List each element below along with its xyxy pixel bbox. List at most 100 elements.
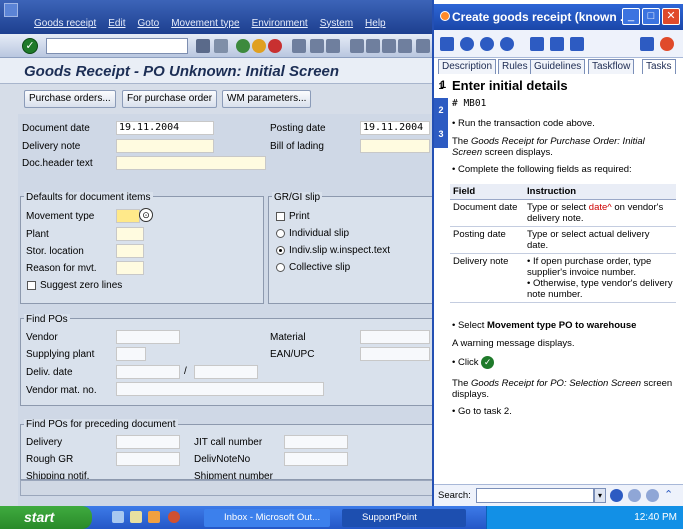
possible-entries-icon[interactable]: ⊙ <box>139 208 153 222</box>
search-input[interactable] <box>476 488 594 503</box>
for-purchase-order-button[interactable]: For purchase order <box>122 90 218 108</box>
last-page-icon[interactable] <box>398 39 412 53</box>
menu-edit[interactable]: Edit <box>108 18 125 29</box>
prev-page-icon[interactable] <box>366 39 380 53</box>
quicklaunch-folder-icon[interactable] <box>130 511 142 523</box>
menu-environment[interactable]: Environment <box>252 18 308 29</box>
sync-icon[interactable] <box>640 37 654 51</box>
print-icon[interactable] <box>292 39 306 53</box>
ean-upc-field[interactable] <box>360 347 430 361</box>
deliv-date-to-field[interactable] <box>194 365 258 379</box>
task-3-tab[interactable]: 3 <box>434 122 448 146</box>
tab-tasks[interactable]: Tasks <box>642 59 676 74</box>
individual-slip-radio[interactable] <box>276 229 285 238</box>
enter-check-icon: ✓ <box>481 356 495 369</box>
jit-call-field[interactable] <box>284 435 348 449</box>
tab-rules[interactable]: Rules <box>498 59 532 74</box>
menu-goods-receipt[interactable]: Goods receipt <box>34 18 96 29</box>
delivery-field[interactable] <box>116 435 180 449</box>
delivery-note-field[interactable] <box>116 139 214 153</box>
supplying-plant-label: Supplying plant <box>26 349 95 360</box>
new-session-icon[interactable] <box>416 39 430 53</box>
command-field[interactable] <box>46 38 188 54</box>
back-icon[interactable] <box>460 37 474 51</box>
menu-system[interactable]: System <box>320 18 353 29</box>
edit-icon[interactable] <box>570 37 584 51</box>
close-button[interactable]: ✕ <box>662 8 680 25</box>
save-icon[interactable] <box>214 39 228 53</box>
forward-icon[interactable] <box>480 37 494 51</box>
search-dropdown-icon[interactable]: ▾ <box>594 488 606 503</box>
start-button[interactable]: start <box>0 506 92 529</box>
bill-of-lading-field[interactable] <box>360 139 430 153</box>
refresh-icon[interactable] <box>500 37 514 51</box>
delivnoteno-field[interactable] <box>284 452 348 466</box>
vendor-mat-no-field[interactable] <box>116 382 324 396</box>
menu-goto[interactable]: Goto <box>138 18 160 29</box>
minimize-button[interactable]: _ <box>622 8 640 25</box>
stor-location-field[interactable] <box>116 244 144 258</box>
collective-slip-radio[interactable] <box>276 263 285 272</box>
document-date-field[interactable]: 19.11.2004 <box>116 121 214 135</box>
next-page-icon[interactable] <box>382 39 396 53</box>
purchase-orders-button[interactable]: Purchase orders... <box>24 90 116 108</box>
next-result-icon[interactable] <box>646 489 659 502</box>
movement-type-field[interactable] <box>116 209 140 223</box>
mail-icon[interactable] <box>550 37 564 51</box>
enter-check-icon[interactable]: ✓ <box>22 38 38 54</box>
taskbar-supportpoint[interactable]: SupportPoint <box>342 509 466 527</box>
click-step: • Click ✓ <box>452 356 495 369</box>
collapse-icon[interactable]: ⌃ <box>664 489 677 502</box>
select-step: • Select Movement type PO to warehouse <box>452 320 637 331</box>
rough-gr-label: Rough GR <box>26 454 74 465</box>
tab-taskflow[interactable]: Taskflow <box>588 59 635 74</box>
deliv-date-from-field[interactable] <box>116 365 180 379</box>
back-arrow-icon[interactable] <box>196 39 210 53</box>
tab-description[interactable]: Description <box>438 59 497 74</box>
exit-icon[interactable] <box>252 39 266 53</box>
favorite-star-icon[interactable] <box>530 37 544 51</box>
posting-date-field[interactable]: 19.11.2004 <box>360 121 430 135</box>
cancel-icon[interactable] <box>268 39 282 53</box>
wm-parameters-button[interactable]: WM parameters... <box>222 90 312 108</box>
table-row: Delivery note • If open purchase order, t… <box>450 253 676 303</box>
first-page-icon[interactable] <box>350 39 364 53</box>
back-icon[interactable] <box>236 39 250 53</box>
material-field[interactable] <box>360 330 430 344</box>
supplying-plant-field[interactable] <box>116 347 146 361</box>
taskbar-inbox[interactable]: Inbox - Microsoft Out... <box>204 509 330 527</box>
deliv-date-label: Deliv. date <box>26 367 73 378</box>
tab-guidelines[interactable]: Guidelines <box>530 59 586 74</box>
find-preceding-title: Find POs for preceding document <box>24 419 178 430</box>
maximize-button[interactable]: □ <box>642 8 660 25</box>
indiv-slip-inspect-radio[interactable] <box>276 246 285 255</box>
reason-field[interactable] <box>116 261 144 275</box>
prev-result-icon[interactable] <box>628 489 641 502</box>
find-icon[interactable] <box>310 39 324 53</box>
print-checkbox[interactable] <box>276 212 285 221</box>
rough-gr-field[interactable] <box>116 452 180 466</box>
power-icon[interactable] <box>660 37 674 51</box>
menu-help[interactable]: Help <box>365 18 386 29</box>
find-next-icon[interactable] <box>326 39 340 53</box>
sap-window: Goods receipt Edit Goto Movement type En… <box>0 0 434 506</box>
quicklaunch-outlook-icon[interactable] <box>148 511 160 523</box>
stor-location-label: Stor. location <box>26 246 84 257</box>
tcode-value: MB01 <box>463 98 487 109</box>
defaults-group-title: Defaults for document items <box>24 192 153 203</box>
warning-text: A warning message displays. <box>452 338 575 349</box>
plant-label: Plant <box>26 229 49 240</box>
quicklaunch-app-icon[interactable] <box>168 511 180 523</box>
doc-header-text-field[interactable] <box>116 156 266 170</box>
plant-field[interactable] <box>116 227 144 241</box>
search-icon[interactable] <box>610 489 623 502</box>
quicklaunch-desktop-icon[interactable] <box>112 511 124 523</box>
vendor-field[interactable] <box>116 330 180 344</box>
home-icon[interactable] <box>440 37 454 51</box>
tcode-text: # MB01 <box>452 98 487 109</box>
task-2-tab[interactable]: 2 <box>434 98 448 122</box>
instruction-table: Field Instruction Document date Type or se… <box>450 184 676 303</box>
suggest-zero-lines-checkbox[interactable] <box>27 281 36 290</box>
task-heading: Enter initial details <box>452 78 568 93</box>
menu-movement-type[interactable]: Movement type <box>171 18 239 29</box>
